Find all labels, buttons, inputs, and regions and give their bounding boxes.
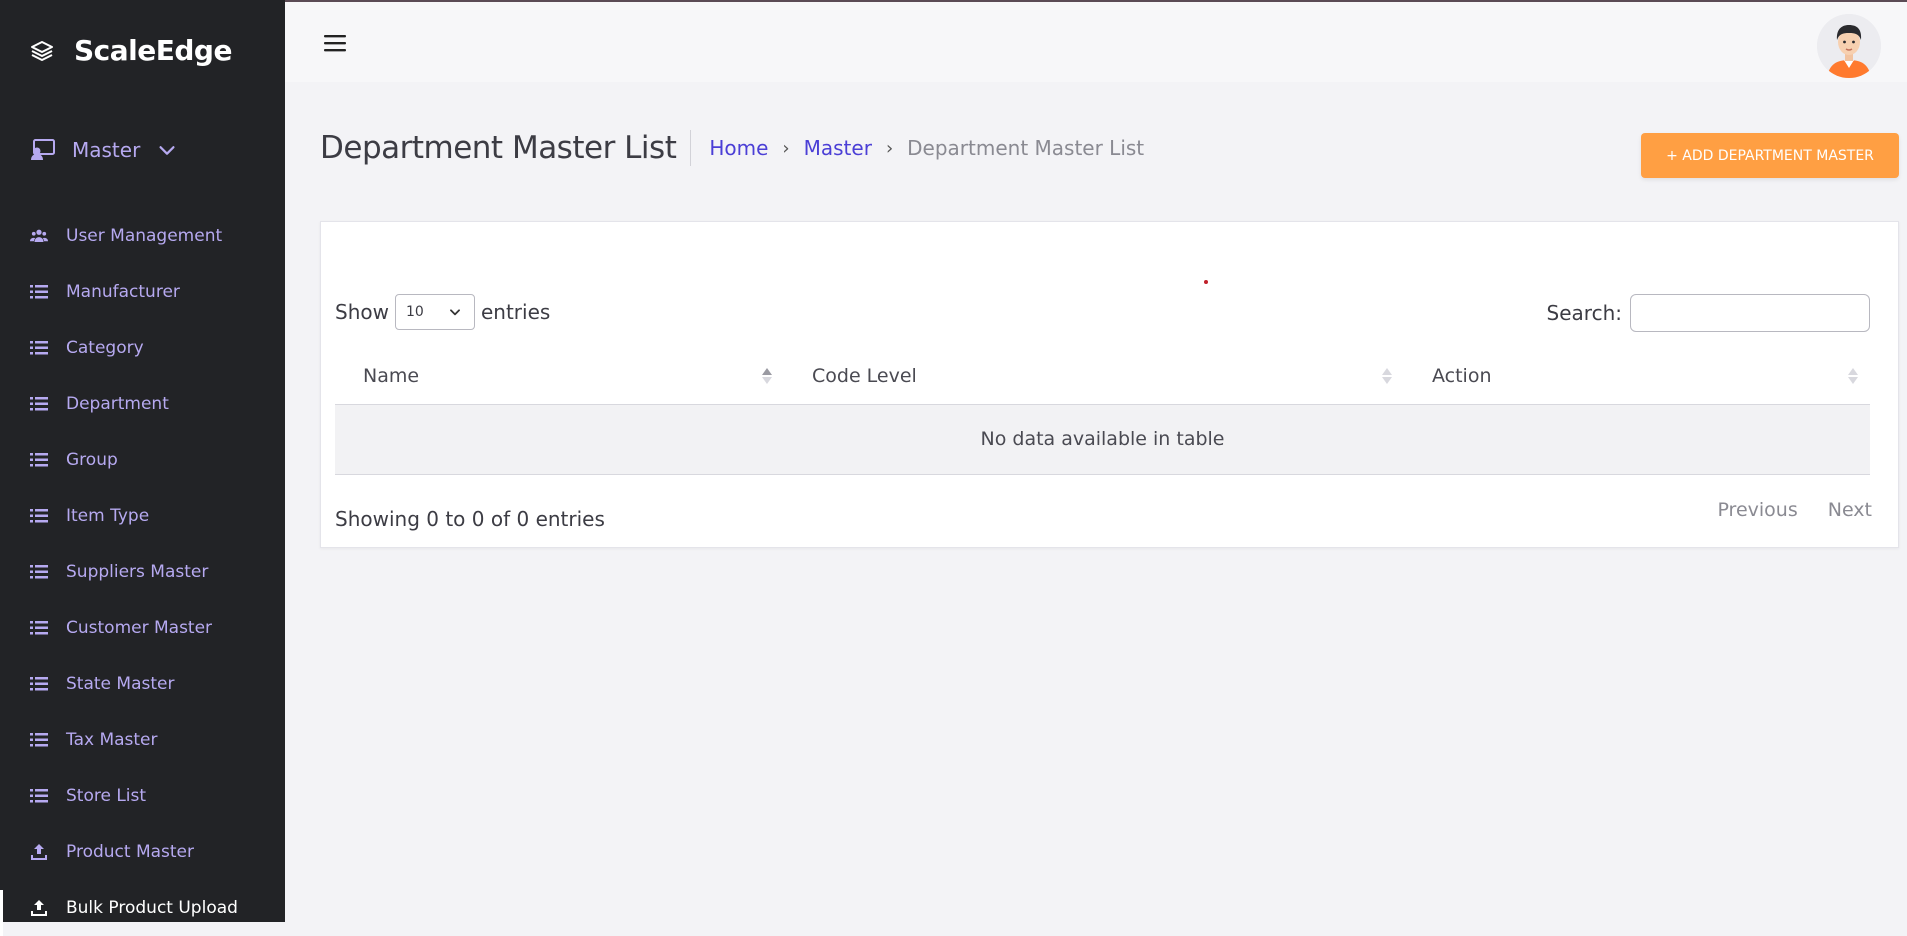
upload-icon xyxy=(31,900,47,916)
column-header-name[interactable]: Name xyxy=(335,348,784,405)
sidebar-item-product-master[interactable]: Product Master xyxy=(0,824,285,880)
empty-table-message: No data available in table xyxy=(335,404,1870,475)
master-menu-toggle[interactable]: Master xyxy=(30,138,178,162)
master-label: Master xyxy=(72,138,141,162)
page-length-control: Show 10 entries xyxy=(335,294,550,330)
entries-label: entries xyxy=(480,300,551,324)
column-label: Code Level xyxy=(812,364,917,387)
department-table-card: Show 10 entries Search: Name Code Level … xyxy=(320,221,1899,548)
red-dot xyxy=(1204,280,1208,284)
chevron-down-icon xyxy=(159,146,175,155)
sidebar-item-customer-master[interactable]: Customer Master xyxy=(0,600,285,656)
previous-page-button[interactable]: Previous xyxy=(1717,499,1797,521)
sidebar-item-item-type[interactable]: Item Type xyxy=(0,488,285,544)
breadcrumb-separator: › xyxy=(885,137,894,159)
page-length-select[interactable]: 10 xyxy=(394,294,475,330)
brand-name: ScaleEdge xyxy=(74,34,232,67)
user-avatar[interactable] xyxy=(1817,14,1881,78)
list-icon xyxy=(30,565,48,579)
next-page-button[interactable]: Next xyxy=(1828,499,1872,521)
sort-icon xyxy=(1382,367,1392,384)
sidebar-item-label: User Management xyxy=(66,226,223,246)
brand[interactable]: ScaleEdge xyxy=(30,34,232,67)
sidebar: ScaleEdge Master User Management Manufac… xyxy=(0,0,285,936)
page-header: Department Master List Home › Master › D… xyxy=(320,130,1144,166)
breadcrumb-master[interactable]: Master xyxy=(804,136,872,160)
page-length-value: 10 xyxy=(405,304,424,320)
upload-icon xyxy=(31,844,47,860)
sidebar-item-category[interactable]: Category xyxy=(0,320,285,376)
list-icon xyxy=(30,509,48,523)
show-label: Show xyxy=(335,300,389,324)
monitor-user-icon xyxy=(31,139,55,160)
sidebar-item-store-list[interactable]: Store List xyxy=(0,768,285,824)
sort-icon xyxy=(762,367,772,384)
table-header-row: Name Code Level Action xyxy=(335,348,1870,405)
users-icon xyxy=(30,229,48,242)
sidebar-item-user-management[interactable]: User Management xyxy=(0,208,285,264)
search-label: Search: xyxy=(1546,301,1622,325)
add-department-master-button[interactable]: + ADD DEPARTMENT MASTER xyxy=(1641,133,1899,178)
page-title: Department Master List xyxy=(320,130,692,166)
sidebar-item-label: Department xyxy=(66,394,169,414)
sort-icon xyxy=(1848,367,1858,384)
breadcrumb: Home › Master › Department Master List xyxy=(709,136,1144,160)
sidebar-item-manufacturer[interactable]: Manufacturer xyxy=(0,264,285,320)
list-icon xyxy=(30,789,48,803)
avatar-icon xyxy=(1817,14,1881,78)
chevron-down-icon xyxy=(450,309,460,316)
sidebar-item-label: Category xyxy=(66,338,144,358)
breadcrumb-separator: › xyxy=(782,137,790,159)
sidebar-item-state-master[interactable]: State Master xyxy=(0,656,285,712)
list-icon xyxy=(30,341,48,355)
column-header-action[interactable]: Action xyxy=(1404,348,1870,405)
column-label: Name xyxy=(363,364,420,387)
list-icon xyxy=(30,733,48,747)
list-icon xyxy=(30,453,48,467)
sidebar-item-label: Store List xyxy=(66,786,147,806)
breadcrumb-home[interactable]: Home xyxy=(709,136,768,160)
sidebar-item-label: Tax Master xyxy=(66,730,158,750)
sidebar-item-label: Suppliers Master xyxy=(66,562,209,582)
layers-icon xyxy=(31,40,53,61)
table-row: No data available in table xyxy=(335,404,1870,475)
department-table: Name Code Level Action No data available… xyxy=(335,348,1870,475)
sidebar-item-tax-master[interactable]: Tax Master xyxy=(0,712,285,768)
sidebar-item-bulk-product-upload[interactable]: Bulk Product Upload xyxy=(0,880,285,936)
hamburger-menu-icon[interactable] xyxy=(323,32,347,54)
search-control: Search: xyxy=(1547,294,1870,332)
pagination: Previous Next xyxy=(1717,499,1872,521)
sidebar-item-label: Manufacturer xyxy=(66,282,180,302)
sidebar-item-department[interactable]: Department xyxy=(0,376,285,432)
topbar xyxy=(285,0,1907,82)
table-info: Showing 0 to 0 of 0 entries xyxy=(335,507,605,531)
sidebar-item-label: Item Type xyxy=(66,506,150,526)
list-icon xyxy=(30,285,48,299)
sidebar-item-label: State Master xyxy=(66,674,175,694)
list-icon xyxy=(30,621,48,635)
sidebar-item-suppliers-master[interactable]: Suppliers Master xyxy=(0,544,285,600)
sidebar-nav: User Management Manufacturer Category De… xyxy=(0,208,285,936)
sidebar-item-label: Group xyxy=(66,450,118,470)
sidebar-item-label: Bulk Product Upload xyxy=(66,898,238,918)
sidebar-item-label: Product Master xyxy=(66,842,195,862)
search-input[interactable] xyxy=(1630,294,1870,332)
column-header-code-level[interactable]: Code Level xyxy=(784,348,1404,405)
sidebar-item-group[interactable]: Group xyxy=(0,432,285,488)
sidebar-item-label: Customer Master xyxy=(66,618,213,638)
breadcrumb-current: Department Master List xyxy=(907,136,1145,160)
list-icon xyxy=(30,397,48,411)
list-icon xyxy=(30,677,48,691)
column-label: Action xyxy=(1432,364,1492,387)
